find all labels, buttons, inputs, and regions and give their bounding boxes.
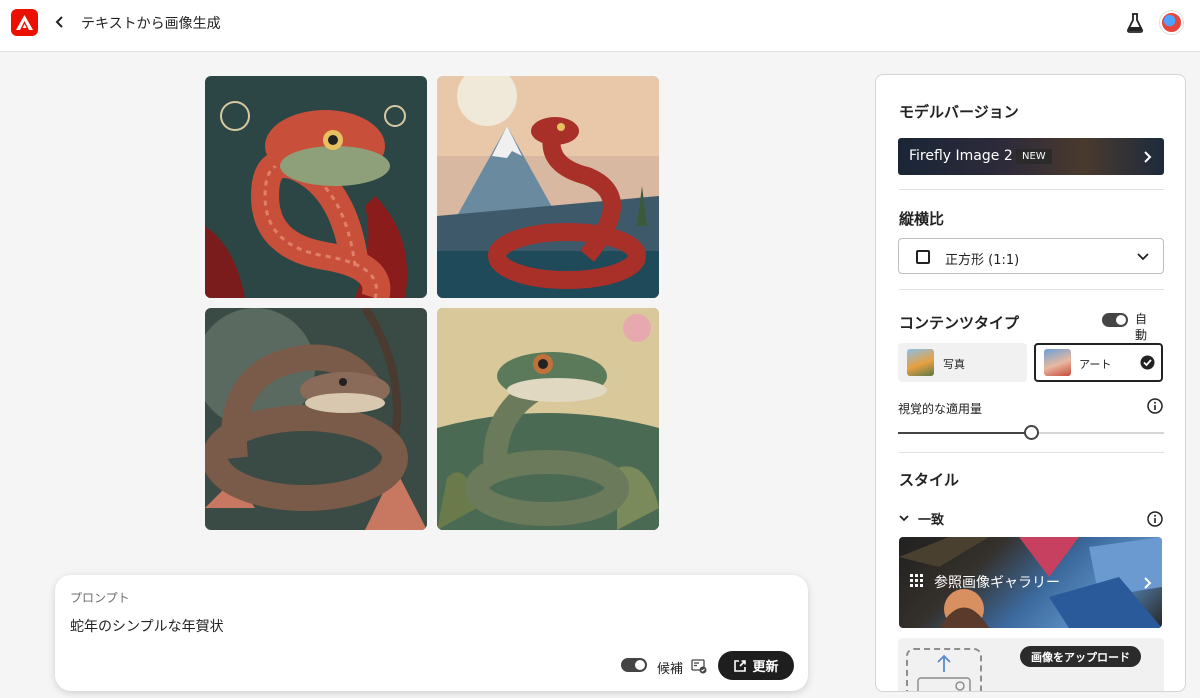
upload-image-button[interactable]: 画像をアップロード (1020, 646, 1141, 667)
content-type-art[interactable]: アート (1034, 343, 1163, 382)
back-button[interactable] (52, 11, 68, 33)
upload-image-icon (917, 654, 971, 691)
new-badge: NEW (1016, 149, 1052, 164)
chevron-left-icon (55, 16, 63, 28)
aspect-ratio-select[interactable]: 正方形 (1:1) (898, 238, 1164, 274)
suggestion-icon (691, 659, 707, 674)
upload-dropzone[interactable] (906, 648, 982, 691)
refresh-button[interactable]: 更新 (718, 651, 794, 680)
chevron-down-icon (1137, 253, 1149, 261)
gallery-label: 参照画像ギャラリー (934, 575, 1060, 591)
aspect-ratio-title: 縦横比 (899, 210, 945, 228)
divider (899, 189, 1164, 190)
model-name: Firefly Image 2 (909, 148, 1013, 164)
divider (899, 289, 1164, 290)
prompt-label: プロンプト (70, 591, 130, 605)
reference-gallery-button[interactable]: 参照画像ギャラリー (899, 537, 1162, 628)
content-type-art-label: アート (1079, 358, 1112, 371)
snake-image-1 (205, 76, 427, 298)
content-type-title: コンテンツタイプ (899, 314, 1020, 332)
divider (899, 452, 1164, 453)
refresh-icon (734, 659, 747, 672)
adobe-firefly-logo[interactable] (11, 9, 38, 36)
app-header: テキストから画像生成 (0, 0, 1200, 52)
snake-image-4 (437, 308, 659, 530)
art-thumbnail (1044, 349, 1071, 376)
slider-fill (898, 432, 1031, 434)
candidates-toggle[interactable] (621, 658, 647, 672)
chevron-down-icon (899, 515, 909, 522)
model-version-title: モデルバージョン (899, 103, 1019, 121)
square-icon (916, 250, 930, 264)
candidates-settings-button[interactable] (691, 658, 707, 674)
slider-thumb[interactable] (1024, 425, 1039, 440)
generated-image-4[interactable] (437, 308, 659, 530)
generated-image-3[interactable] (205, 308, 427, 530)
info-icon[interactable] (1147, 511, 1163, 527)
upload-area[interactable]: 画像をアップロード (898, 638, 1164, 691)
prompt-input[interactable]: 蛇年のシンプルな年賀状 (70, 616, 224, 636)
content-type-photo-label: 写真 (943, 358, 965, 371)
content-type-photo[interactable]: 写真 (898, 343, 1027, 382)
chevron-right-icon (1144, 577, 1152, 589)
candidates-label: 候補 (657, 662, 684, 677)
match-label: 一致 (918, 512, 945, 528)
adobe-logo-icon (16, 15, 33, 30)
avatar[interactable] (1160, 11, 1183, 34)
grid-icon (910, 574, 923, 587)
auto-label: 自動 (1135, 312, 1148, 342)
snake-image-2 (437, 76, 659, 298)
aspect-ratio-value: 正方形 (1:1) (945, 253, 1020, 268)
generated-image-2[interactable] (437, 76, 659, 298)
prompt-panel: プロンプト 蛇年のシンプルな年賀状 候補 更新 (55, 575, 808, 691)
refresh-label: 更新 (752, 660, 779, 675)
auto-toggle[interactable] (1102, 313, 1128, 327)
style-title: スタイル (899, 471, 960, 489)
info-icon[interactable] (1147, 398, 1163, 414)
snake-image-3 (205, 308, 427, 530)
match-section-toggle[interactable]: 一致 (898, 509, 945, 528)
photo-thumbnail (907, 349, 934, 376)
checkmark-icon (1140, 355, 1155, 370)
page-title: テキストから画像生成 (81, 16, 221, 32)
model-version-button[interactable]: Firefly Image 2 NEW (898, 138, 1164, 175)
generated-image-1[interactable] (205, 76, 427, 298)
labs-button[interactable] (1126, 13, 1144, 33)
visual-intensity-label: 視覚的な適用量 (898, 402, 983, 416)
flask-icon (1127, 13, 1143, 33)
settings-panel: モデルバージョン Firefly Image 2 NEW 縦横比 正方形 (1:… (875, 74, 1186, 692)
visual-intensity-slider[interactable] (898, 425, 1164, 440)
chevron-right-icon (1144, 151, 1152, 163)
